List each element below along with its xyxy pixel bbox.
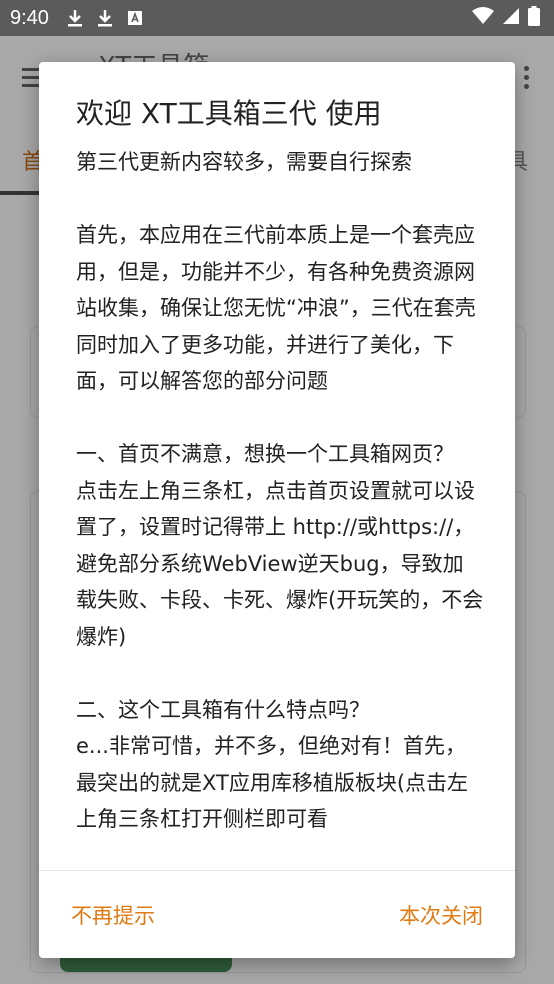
wifi-icon (472, 7, 494, 29)
dont-show-again-button[interactable]: 不再提示 (71, 900, 155, 930)
more-vert-icon[interactable] (524, 66, 530, 93)
dialog-title: 欢迎 XT工具箱三代 使用 (76, 97, 382, 130)
status-bar: 9:40 (0, 0, 554, 36)
battery-icon (528, 6, 540, 30)
download-icon (97, 9, 113, 27)
dialog-divider (39, 870, 515, 871)
text-icon (127, 10, 143, 26)
download-icon (67, 9, 83, 27)
welcome-dialog: 欢迎 XT工具箱三代 使用 第三代更新内容较多，需要自行探索 首先，本应用在三代… (39, 62, 515, 958)
dialog-message[interactable]: 第三代更新内容较多，需要自行探索 首先，本应用在三代前本质上是一个套壳应用，但是… (76, 144, 484, 870)
menu-icon[interactable] (22, 68, 40, 92)
signal-icon (502, 7, 520, 29)
background-button (60, 956, 232, 972)
close-this-time-button[interactable]: 本次关闭 (399, 900, 483, 930)
status-time: 9:40 (10, 6, 49, 29)
